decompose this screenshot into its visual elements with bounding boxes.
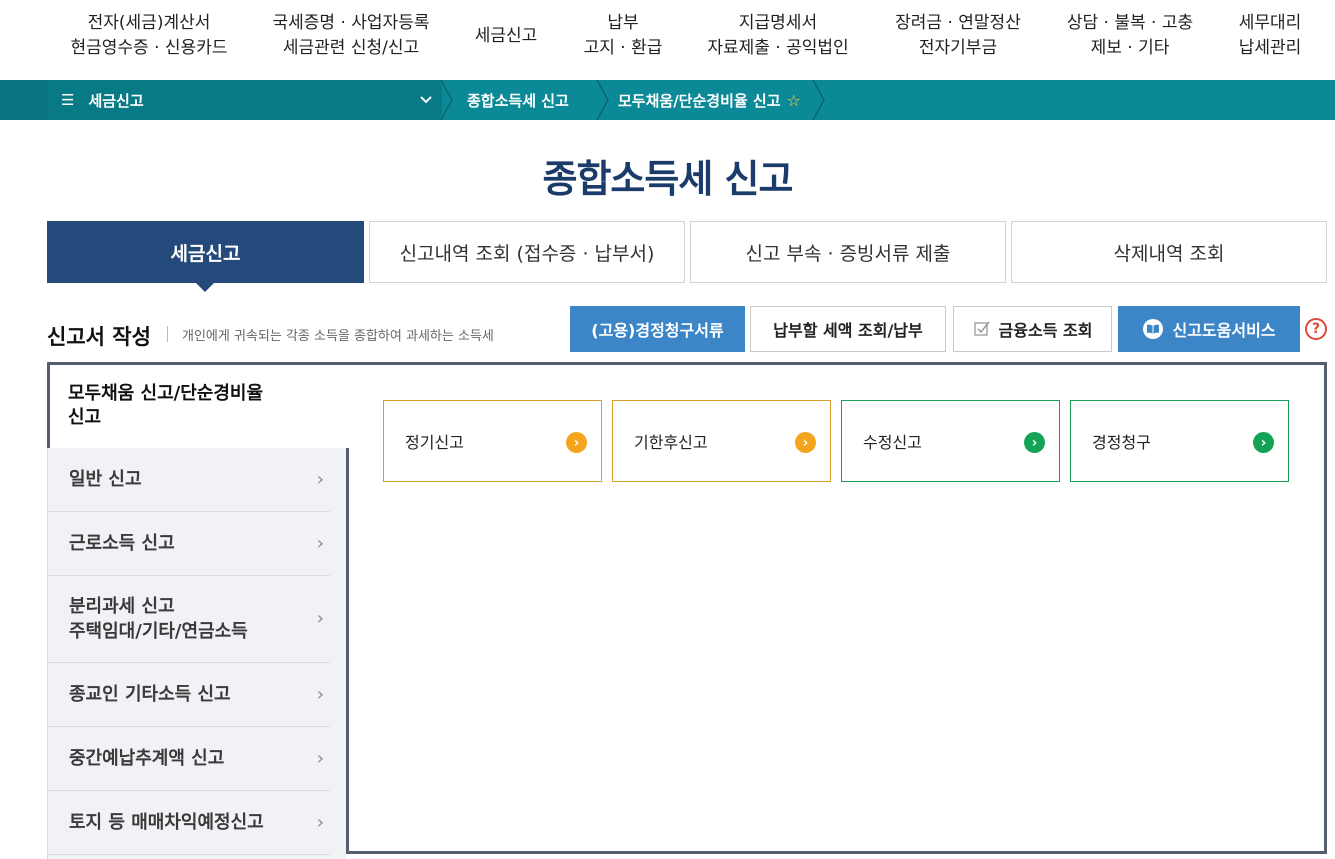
tab-label: 세금신고 (170, 242, 241, 265)
financial-income-button[interactable]: 금융소득 조회 (953, 306, 1112, 352)
help-service-label: 신고도움서비스 (1172, 321, 1276, 340)
book-icon (1142, 318, 1164, 340)
nav-item-line2: 세금관련 신청/신고 (282, 38, 420, 58)
chevron-circle-right-icon: › (566, 432, 587, 453)
late-filing-card[interactable]: 기한후신고 › (612, 400, 831, 482)
nav-item-line1: 국세증명 · 사업자등록 (272, 13, 430, 33)
star-outline-icon[interactable]: ☆ (787, 91, 801, 110)
sidebar-item-label: 분리과세 신고 (69, 596, 175, 617)
sidebar-active-line1: 모두채움 신고/단순경비율 (68, 383, 263, 404)
chevron-right-icon: › (316, 812, 324, 833)
nav-item-line1: 세무대리 (1238, 13, 1302, 33)
nav-item-payment[interactable]: 납부 고지 · 환급 (570, 10, 676, 62)
claim-documents-label: (고용)경정청구서류 (591, 321, 724, 340)
tab-label: 신고 부속 · 증빙서류 제출 (745, 242, 951, 265)
chevron-circle-right-icon: › (1024, 432, 1045, 453)
breadcrumb-separator-icon (812, 80, 825, 120)
hamburger-icon: ☰ (61, 91, 75, 109)
breadcrumb-separator-icon (440, 80, 453, 120)
sidebar-item-label: 종교인 기타소득 신고 (69, 684, 231, 705)
sidebar-item-earned-income[interactable]: 근로소득 신고 › (48, 512, 330, 576)
nav-item-incentives[interactable]: 장려금 · 연말정산 전자기부금 (882, 10, 1034, 62)
nav-item-line2: 납세관리 (1238, 38, 1302, 58)
top-navigation: 전자(세금)계산서 현금영수증 · 신용카드 국세증명 · 사업자등록 세금관련… (0, 0, 1335, 80)
chevron-right-icon: › (316, 748, 324, 769)
sidebar-active-line2: 신고 (68, 407, 102, 428)
breadcrumb-level2[interactable]: 종합소득세 신고 (467, 80, 569, 120)
sidebar-item-separate-taxation[interactable]: 분리과세 신고 주택임대/기타/연금소득 › (48, 576, 330, 663)
breadcrumb-level3[interactable]: 모두채움/단순경비율 신고 ☆ (618, 80, 801, 120)
card-label: 정기신고 (405, 433, 464, 452)
nav-item-line1: 전자(세금)계산서 (87, 13, 211, 33)
nav-item-e-invoice[interactable]: 전자(세금)계산서 현금영수증 · 신용카드 (60, 10, 238, 62)
chevron-right-icon: › (316, 533, 324, 554)
card-label: 수정신고 (863, 433, 922, 452)
nav-item-consulting[interactable]: 상담 · 불복 · 고충 제보 · 기타 (1054, 10, 1206, 62)
nav-item-line2: 제보 · 기타 (1090, 38, 1170, 58)
breadcrumb-level3-label: 모두채움/단순경비율 신고 (618, 91, 781, 110)
financial-income-label: 금융소득 조회 (998, 321, 1093, 340)
nav-item-payment-statement[interactable]: 지급명세서 자료제출 · 공익법인 (694, 10, 862, 62)
chevron-circle-right-icon: › (1253, 432, 1274, 453)
help-icon[interactable]: ? (1305, 318, 1327, 340)
card-label: 기한후신고 (634, 433, 708, 452)
card-label: 경정청구 (1092, 433, 1151, 452)
sidebar-item-land-sale[interactable]: 토지 등 매매차익예정신고 › (48, 791, 330, 855)
sidebar-item-label: 근로소득 신고 (69, 533, 175, 554)
tax-payment-button[interactable]: 납부할 세액 조회/납부 (750, 306, 946, 352)
nav-item-line1: 납부 (607, 13, 639, 33)
tab-label: 신고내역 조회 (접수증 · 납부서) (399, 242, 655, 265)
claim-documents-button[interactable]: (고용)경정청구서류 (570, 306, 745, 352)
sidebar-connector (346, 365, 352, 445)
breadcrumb-left-pad (0, 80, 47, 120)
nav-item-line1: 상담 · 불복 · 고충 (1066, 13, 1194, 33)
breadcrumb-menu-label: 세금신고 (88, 91, 144, 110)
tax-payment-label: 납부할 세액 조회/납부 (773, 321, 923, 340)
chevron-down-icon (419, 90, 433, 114)
sidebar-item-label: 일반 신고 (69, 469, 142, 490)
section-divider (167, 326, 168, 342)
nav-item-line1: 장려금 · 연말정산 (895, 13, 1021, 33)
nav-item-line1: 세금신고 (474, 25, 538, 46)
chevron-right-icon: › (316, 684, 324, 705)
regular-filing-card[interactable]: 정기신고 › (383, 400, 602, 482)
sidebar-item-interim-prepayment[interactable]: 중간예납추계액 신고 › (48, 727, 330, 791)
sidebar-item-label: 토지 등 매매차익예정신고 (69, 812, 264, 833)
sidebar-item-label-line2: 주택임대/기타/연금소득 (69, 621, 248, 642)
tab-label: 삭제내역 조회 (1113, 242, 1225, 265)
nav-item-line2: 전자기부금 (918, 38, 998, 58)
nav-item-tax-filing[interactable]: 세금신고 (458, 10, 554, 62)
correction-claim-card[interactable]: 경정청구 › (1070, 400, 1289, 482)
page-title: 종합소득세 신고 (542, 157, 794, 201)
tab-attached-documents[interactable]: 신고 부속 · 증빙서류 제출 (690, 221, 1006, 283)
checkbox-edit-icon (973, 320, 991, 338)
breadcrumb-menu-dropdown[interactable]: ☰ 세금신고 (47, 80, 442, 120)
chevron-right-icon: › (316, 608, 324, 629)
help-service-button[interactable]: 신고도움서비스 (1118, 306, 1300, 352)
sidebar-item-general[interactable]: 일반 신고 › (48, 448, 330, 512)
chevron-circle-right-icon: › (795, 432, 816, 453)
breadcrumb-level2-label: 종합소득세 신고 (467, 91, 569, 110)
breadcrumb: ☰ 세금신고 종합소득세 신고 모두채움/단순경비율 신고 ☆ (0, 80, 1335, 120)
sidebar-item-label: 중간예납추계액 신고 (69, 748, 225, 769)
sidebar-item-religious[interactable]: 종교인 기타소득 신고 › (48, 663, 330, 727)
tab-deleted-history[interactable]: 삭제내역 조회 (1011, 221, 1327, 283)
sidebar: 일반 신고 › 근로소득 신고 › 분리과세 신고 주택임대/기타/연금소득 ›… (47, 448, 346, 859)
nav-item-certificates[interactable]: 국세증명 · 사업자등록 세금관련 신청/신고 (262, 10, 440, 62)
amended-filing-card[interactable]: 수정신고 › (841, 400, 1060, 482)
breadcrumb-separator-icon (596, 80, 609, 120)
chevron-right-icon: › (316, 469, 324, 490)
nav-item-line2: 고지 · 환급 (583, 38, 663, 58)
section-description: 개인에게 귀속되는 각종 소득을 종합하여 과세하는 소득세 (182, 329, 494, 344)
sidebar-item-simple-filing-active[interactable]: 모두채움 신고/단순경비율 신고 (47, 362, 349, 448)
nav-item-line2: 자료제출 · 공익법인 (707, 38, 849, 58)
nav-item-line1: 지급명세서 (738, 13, 818, 33)
nav-item-line2: 현금영수증 · 신용카드 (70, 38, 228, 58)
tab-filing-history[interactable]: 신고내역 조회 (접수증 · 납부서) (369, 221, 685, 283)
tab-tax-filing[interactable]: 세금신고 (47, 221, 364, 292)
section-title: 신고서 작성 (47, 325, 151, 349)
nav-item-tax-agent[interactable]: 세무대리 납세관리 (1226, 10, 1314, 62)
